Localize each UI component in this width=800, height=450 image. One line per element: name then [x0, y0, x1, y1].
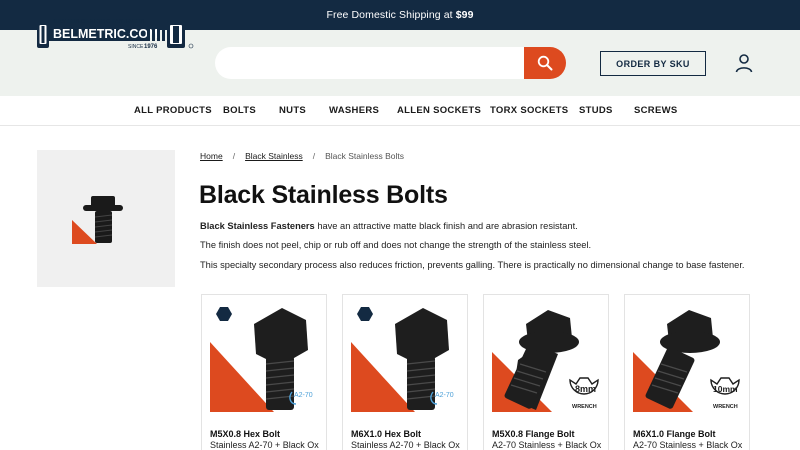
product-card[interactable]: 8mm WRENCH M5X0.8 Flange Bolt A2-70 Stai… — [483, 294, 609, 450]
flange-bolt-image: 8mm WRENCH — [492, 310, 599, 412]
description-rest: have an attractive matte black finish an… — [314, 221, 578, 231]
wrench-label: WRENCH — [572, 404, 597, 410]
page-title: Black Stainless Bolts — [199, 181, 448, 209]
wrench-size-badge: 8mm — [575, 384, 596, 394]
breadcrumb-black-stainless[interactable]: Black Stainless — [245, 151, 303, 161]
hex-bolt-image: A2-70 — [351, 303, 454, 412]
search-input[interactable] — [215, 47, 533, 79]
nav-item-all-products[interactable]: ALL PRODUCTS — [134, 105, 212, 116]
description-line-1: Black Stainless Fasteners have an attrac… — [200, 221, 578, 231]
category-image — [37, 150, 175, 287]
product-card[interactable]: 10mm WRENCH M6X1.0 Flange Bolt A2-70 Sta… — [624, 294, 750, 450]
user-icon[interactable] — [734, 53, 754, 73]
wrench-label: WRENCH — [713, 404, 738, 410]
nav-item-screws[interactable]: SCREWS — [634, 105, 678, 116]
flange-bolt-image — [72, 196, 123, 244]
shipping-text: Free Domestic Shipping at — [326, 9, 453, 21]
logo-brand: BELMETRIC.COM — [53, 27, 159, 41]
breadcrumb-home[interactable]: Home — [200, 151, 223, 161]
nav-item-washers[interactable]: WASHERS — [329, 105, 379, 116]
nav-item-nuts[interactable]: NUTS — [279, 105, 306, 116]
search-icon — [537, 55, 553, 71]
product-subtitle: Stainless A2-70 + Black Ox — [351, 440, 460, 450]
flange-bolt-image: 10mm WRENCH — [633, 310, 740, 412]
breadcrumb: Home / Black Stainless / Black Stainless… — [200, 151, 404, 161]
logo-since: SINCE — [128, 44, 144, 50]
nav-item-allen-sockets[interactable]: ALLEN SOCKETS — [397, 105, 481, 116]
nav-item-torx-sockets[interactable]: TORX SOCKETS — [490, 105, 568, 116]
nav-item-studs[interactable]: STUDS — [579, 105, 613, 116]
breadcrumb-separator: / — [232, 151, 236, 161]
search-bar — [215, 47, 566, 79]
product-name[interactable]: M5X0.8 Flange Bolt — [492, 429, 575, 439]
description-line-3: This specialty secondary process also re… — [200, 260, 745, 270]
description-line-2: The finish does not peel, chip or rub of… — [200, 240, 592, 250]
product-card[interactable]: A2-70 M6X1.0 Hex Bolt Stainless A2-70 + … — [342, 294, 468, 450]
hex-bolt-image: A2-70 — [210, 303, 313, 412]
product-subtitle: A2-70 Stainless + Black Ox — [492, 440, 602, 450]
description-bold: Black Stainless Fasteners — [200, 221, 315, 231]
logo-year: 1976 — [144, 44, 158, 50]
grade-badge: A2-70 — [435, 392, 454, 399]
nav-item-bolts[interactable]: BOLTS — [223, 105, 256, 116]
grade-badge: A2-70 — [294, 392, 313, 399]
product-name[interactable]: M6X1.0 Flange Bolt — [633, 429, 716, 439]
product-name[interactable]: M5X0.8 Hex Bolt — [210, 429, 280, 439]
product-subtitle: A2-70 Stainless + Black Ox — [633, 440, 743, 450]
product-card[interactable]: A2-70 M5X0.8 Hex Bolt Stainless A2-70 + … — [201, 294, 327, 450]
search-button[interactable] — [524, 47, 566, 79]
order-by-sku-button[interactable]: ORDER BY SKU — [600, 51, 706, 76]
breadcrumb-separator: / — [312, 151, 316, 161]
belmetric-logo[interactable]: MASTERS OF METRIC FASTENERS BELMETRIC.CO… — [36, 16, 196, 52]
wrench-size-badge: 10mm — [713, 384, 738, 394]
product-name[interactable]: M6X1.0 Hex Bolt — [351, 429, 421, 439]
product-subtitle: Stainless A2-70 + Black Ox — [210, 440, 319, 450]
main-nav: ALL PRODUCTS BOLTS NUTS WASHERS ALLEN SO… — [0, 96, 800, 126]
logo-tagline: MASTERS OF METRIC FASTENERS — [53, 19, 145, 25]
shipping-amount: $99 — [455, 9, 474, 21]
breadcrumb-current: Black Stainless Bolts — [325, 151, 404, 161]
